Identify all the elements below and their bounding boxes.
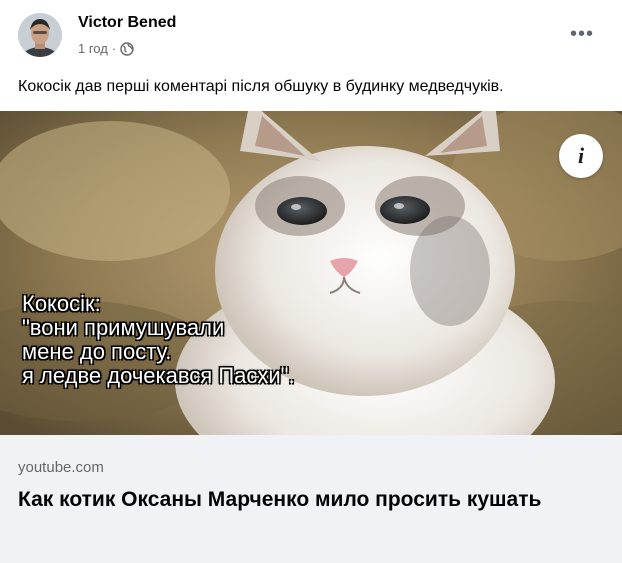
link-title[interactable]: Как котик Оксаны Марченко мило просить к… (18, 485, 608, 514)
globe-icon[interactable] (120, 41, 134, 56)
caption-line: Кокосік: (22, 291, 101, 316)
link-domain: youtube.com (18, 459, 104, 476)
caption-line: мене до посту. (22, 339, 172, 364)
meta-separator: · (111, 41, 117, 56)
more-options-icon[interactable]: ••• (570, 22, 594, 46)
link-preview[interactable]: youtube.com Как котик Оксаны Марченко ми… (0, 435, 622, 563)
info-icon[interactable]: i (559, 134, 603, 178)
video-thumbnail[interactable]: i Кокосік: "вони примушували мене до пос… (0, 111, 622, 435)
post-time[interactable]: 1 год (78, 41, 108, 56)
post-header: Victor Bened 1 год · ••• (0, 0, 622, 68)
author-name[interactable]: Victor Bened (78, 14, 176, 32)
caption-line: "вони примушували (22, 315, 225, 340)
post-meta: 1 год · (78, 41, 134, 56)
meme-caption: Кокосік: "вони примушували мене до посту… (22, 292, 295, 388)
post-text: Кокосік дав перші коментарі після обшуку… (18, 78, 504, 95)
caption-line: я ледве дочекався Пасхи". (22, 363, 295, 388)
avatar[interactable] (18, 13, 62, 57)
